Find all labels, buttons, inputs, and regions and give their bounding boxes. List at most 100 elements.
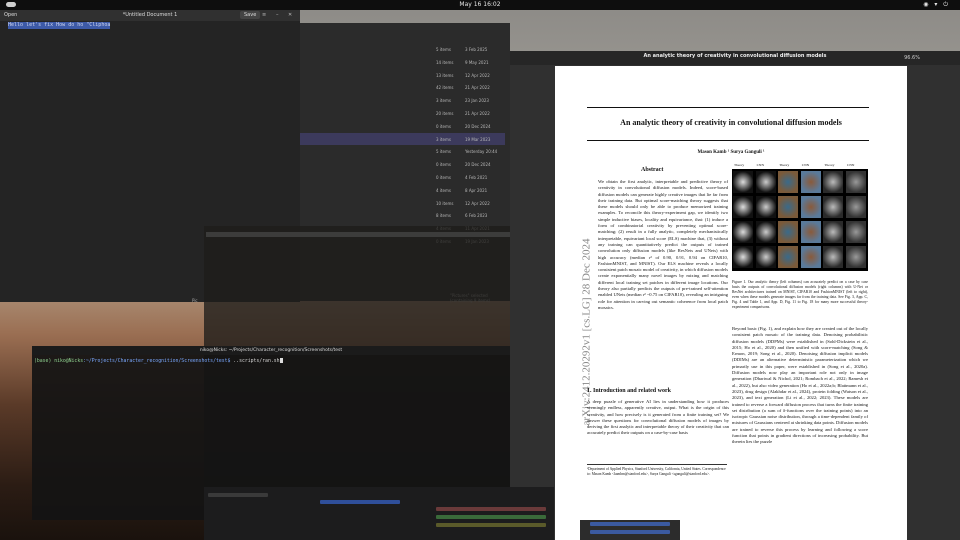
file-row[interactable]: 0 items 4 Feb 2021 [300, 171, 505, 183]
file-row[interactable]: 3 items 23 Jan 2023 [300, 94, 505, 106]
figure-sample-image [800, 221, 821, 243]
pdf-viewer-window: An analytic theory of creativity in conv… [510, 51, 960, 540]
paper-title: An analytic theory of creativity in conv… [620, 118, 842, 127]
timeline-track-3[interactable] [436, 523, 546, 527]
figure-column-label: CNN [847, 163, 855, 167]
modified-date: 12 Apr 2022 [465, 72, 490, 78]
figure-column-label: Theory [779, 163, 790, 167]
abstract-heading: Abstract [641, 167, 664, 173]
modified-date: 12 Apr 2022 [465, 200, 490, 206]
figure-sample-image [823, 196, 844, 218]
modified-date: 9 May 2021 [465, 59, 489, 65]
editor-header: Open *Untitled Document 1 Save ≡ – ✕ [0, 10, 300, 21]
figure-sample-image [755, 171, 776, 193]
item-count: 0 items [436, 123, 451, 129]
item-count: 0 items [436, 175, 451, 180]
panel-button-1[interactable] [590, 522, 670, 526]
top-bar: May 16 16:02 ◉ ▾ ⏻ [0, 0, 960, 10]
modified-date: 21 Apr 2022 [465, 111, 490, 116]
figure-sample-image [846, 171, 866, 193]
panel-tab[interactable] [208, 493, 268, 497]
figure-sample-image [800, 171, 821, 193]
prompt-user: (base) niko@Nicks [34, 359, 84, 364]
abstract-text: We obtain the first analytic, interpreta… [598, 179, 728, 310]
sidebar-label: Pic [192, 298, 198, 303]
panel-button-2[interactable] [590, 530, 670, 534]
figure-sample-image [733, 221, 753, 243]
file-row[interactable]: 14 items 9 May 2021 [300, 56, 505, 68]
figure-sample-image [755, 221, 776, 243]
prompt-path: :~/Projects/Character_recognition/Screen… [83, 359, 231, 364]
figure-column-label: CNN [756, 163, 764, 167]
figure-sample-image [733, 171, 753, 193]
figure-caption: Figure 1. Our analytic theory (left colu… [732, 280, 868, 309]
arxiv-stamp: arXiv:2412.20292v1 [cs.LG] 28 Dec 2024 [580, 238, 593, 426]
file-row[interactable]: 5 items Yesterday 20:44 [300, 145, 505, 157]
modified-date: 6 Feb 2023 [465, 213, 488, 219]
menu-icon[interactable]: ≡ [262, 12, 266, 18]
file-row[interactable]: 3 items 19 Mar 2023 [300, 132, 505, 145]
zoom-level[interactable]: 96.6% [904, 55, 920, 61]
figure-sample-image [800, 246, 821, 268]
modified-date: Yesterday 20:44 [465, 149, 498, 155]
pdf-header: An analytic theory of creativity in conv… [510, 51, 960, 65]
item-count: 20 items [436, 111, 454, 116]
file-row[interactable]: 0 items 20 Dec 2024 [300, 158, 505, 170]
figure-sample-image [778, 221, 799, 243]
item-count: 10 items [436, 200, 454, 206]
item-count: 14 items [436, 59, 454, 65]
modified-date: 19 Mar 2023 [465, 136, 491, 142]
paper-authors: Mason Kamb ¹ Surya Ganguli ¹ [697, 150, 765, 155]
item-count: 13 items [436, 72, 454, 78]
pdf-window-title: An analytic theory of creativity in conv… [643, 53, 827, 59]
editor-text-line[interactable]: Hello let's fix How do ho "Cliphoard" [8, 22, 110, 29]
panel-selected-row[interactable] [320, 500, 400, 504]
modified-date: 3 Feb 2025 [465, 47, 488, 52]
file-row[interactable]: 42 items 21 Apr 2022 [300, 81, 505, 93]
file-row[interactable]: 20 items 21 Apr 2022 [300, 107, 505, 119]
bottom-panels [204, 487, 554, 540]
file-row[interactable]: 0 items 20 Dec 2024 [300, 120, 505, 132]
figure-sample-image [778, 171, 799, 193]
figure-sample-image [800, 196, 821, 218]
prompt-command: ..scripts/ran.sh [230, 359, 280, 364]
timeline-track-1[interactable] [436, 507, 546, 511]
close-icon[interactable]: ✕ [288, 12, 292, 18]
pdf-page[interactable]: An analytic theory of creativity in conv… [555, 66, 907, 540]
figure-sample-image [846, 196, 866, 218]
item-count: 3 items [436, 98, 451, 104]
side-panel [580, 520, 680, 540]
figure-sample-image [733, 196, 753, 218]
terminal-prompt[interactable]: (base) niko@Nicks:~/Projects/Character_r… [34, 358, 283, 364]
file-row[interactable]: 5 items 3 Feb 2025 [300, 43, 505, 55]
footnote: ¹Department of Applied Physics, Stanford… [587, 464, 727, 477]
file-row[interactable]: 10 items 12 Apr 2022 [300, 197, 505, 209]
title-rule-top [587, 107, 869, 108]
timeline-track-2[interactable] [436, 515, 546, 519]
section-heading: 1. Introduction and related work [587, 388, 671, 394]
file-row[interactable]: 4 items 8 Apr 2021 [300, 184, 505, 196]
clock[interactable]: May 16 16:02 [0, 1, 960, 8]
figure-sample-image [755, 196, 776, 218]
system-tray[interactable]: ◉ ▾ ⏻ [923, 1, 950, 9]
item-count: 0 items [436, 162, 451, 168]
title-rule-bottom [587, 140, 869, 141]
file-row[interactable]: 8 items 6 Feb 2023 [300, 209, 505, 221]
figure-column-label: Theory [734, 163, 745, 167]
figure-column-label: CNN [801, 163, 810, 167]
modified-date: 23 Jan 2023 [465, 98, 489, 104]
figure-sample-image [823, 171, 844, 193]
figure-sample-image [846, 246, 866, 268]
figure-sample-image [733, 246, 753, 268]
save-button[interactable]: Save [240, 11, 261, 19]
modified-date: 20 Dec 2024 [465, 123, 491, 129]
terminal-title: niko@Nicks: ~/Projects/Character_recogni… [199, 348, 343, 353]
item-count: 42 items [436, 85, 454, 91]
file-row[interactable]: 13 items 12 Apr 2022 [300, 69, 505, 81]
figure-column-label: Theory [824, 163, 835, 167]
item-count: 4 items [436, 187, 451, 193]
figure-sample-image [778, 196, 799, 218]
item-count: 3 items [436, 136, 451, 142]
figure-sample-image [823, 221, 844, 243]
minimize-icon[interactable]: – [276, 12, 279, 18]
